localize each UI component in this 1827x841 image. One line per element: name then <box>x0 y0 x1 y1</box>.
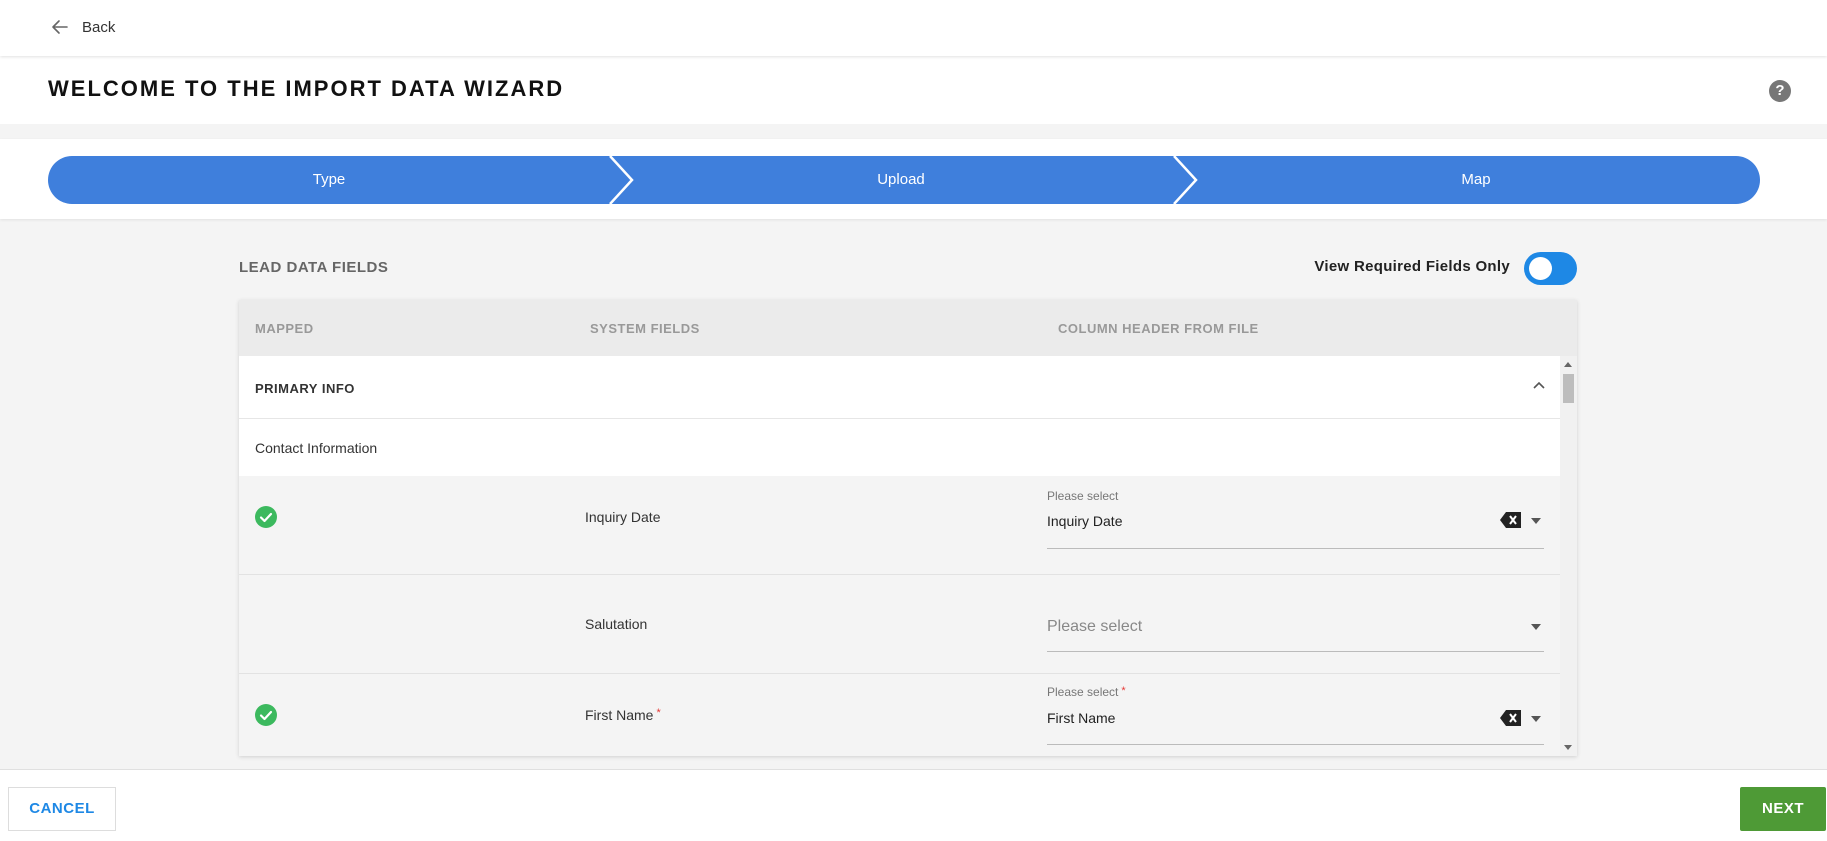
subgroup-title: Contact Information <box>255 440 378 456</box>
backspace-icon[interactable] <box>1500 511 1522 529</box>
table-scrollbar[interactable] <box>1560 356 1577 756</box>
toggle-knob <box>1529 257 1552 280</box>
required-marker: * <box>656 707 661 719</box>
arrow-left-icon <box>52 20 68 34</box>
check-circle-icon <box>255 704 277 726</box>
help-icon[interactable]: ? <box>1769 80 1791 102</box>
column-select-salutation[interactable]: Please select <box>1047 592 1544 652</box>
table-row: Inquiry Date Please select Inquiry Date <box>239 476 1560 575</box>
required-fields-toggle[interactable] <box>1524 252 1577 285</box>
select-label: Please select * <box>1047 685 1126 699</box>
column-select-first-name[interactable]: Please select * First Name <box>1047 685 1544 745</box>
field-name: First Name <box>585 707 654 723</box>
caret-down-icon[interactable] <box>1531 716 1541 722</box>
system-field-label: First Name * <box>585 707 661 723</box>
scroll-up-arrow-icon[interactable] <box>1564 362 1572 367</box>
column-header-mapped: MAPPED <box>255 321 314 336</box>
required-marker: * <box>1121 685 1126 697</box>
scroll-down-arrow-icon[interactable] <box>1564 745 1572 750</box>
step-type[interactable]: Type <box>48 156 610 204</box>
step-upload[interactable]: Upload <box>628 156 1174 204</box>
page-title: WELCOME TO THE IMPORT DATA WIZARD <box>48 76 565 101</box>
select-label: Please select <box>1047 489 1119 503</box>
column-header-system-fields: SYSTEM FIELDS <box>590 321 700 336</box>
next-button[interactable]: NEXT <box>1740 787 1826 831</box>
cancel-button[interactable]: CANCEL <box>8 787 116 831</box>
table-header: MAPPED SYSTEM FIELDS COLUMN HEADER FROM … <box>239 300 1577 356</box>
subgroup-contact-information: Contact Information <box>239 419 1560 476</box>
select-placeholder: Please select <box>1047 618 1143 635</box>
table-row: Salutation Please select <box>239 575 1560 674</box>
column-select-inquiry-date[interactable]: Please select Inquiry Date <box>1047 489 1544 549</box>
required-fields-toggle-label: View Required Fields Only <box>1314 258 1510 275</box>
wizard-steps: Type Upload Map <box>48 156 1760 204</box>
step-map[interactable]: Map <box>1192 156 1760 204</box>
caret-down-icon[interactable] <box>1531 624 1541 630</box>
section-title: LEAD DATA FIELDS <box>239 259 389 276</box>
system-field-label: Salutation <box>585 616 648 632</box>
wizard-steps-panel: Type Upload Map <box>0 139 1827 219</box>
column-header-file-column: COLUMN HEADER FROM FILE <box>1058 321 1259 336</box>
top-bar: Back <box>0 0 1827 56</box>
table-row: First Name * Please select * First Name <box>239 674 1560 756</box>
select-value: First Name <box>1047 710 1116 726</box>
backspace-icon[interactable] <box>1500 709 1522 727</box>
chevron-up-icon[interactable] <box>1532 378 1546 392</box>
footer-bar: CANCEL NEXT <box>0 769 1827 841</box>
field-mapping-table: MAPPED SYSTEM FIELDS COLUMN HEADER FROM … <box>239 300 1577 756</box>
group-title: PRIMARY INFO <box>255 381 355 396</box>
group-header-primary-info[interactable]: PRIMARY INFO <box>239 356 1560 419</box>
check-circle-icon <box>255 506 277 528</box>
select-value: Inquiry Date <box>1047 513 1123 529</box>
caret-down-icon[interactable] <box>1531 518 1541 524</box>
back-label: Back <box>82 18 116 36</box>
page-header: WELCOME TO THE IMPORT DATA WIZARD ? <box>0 56 1827 124</box>
system-field-label: Inquiry Date <box>585 509 661 525</box>
back-link[interactable]: Back <box>50 17 115 37</box>
scroll-thumb[interactable] <box>1563 374 1574 403</box>
